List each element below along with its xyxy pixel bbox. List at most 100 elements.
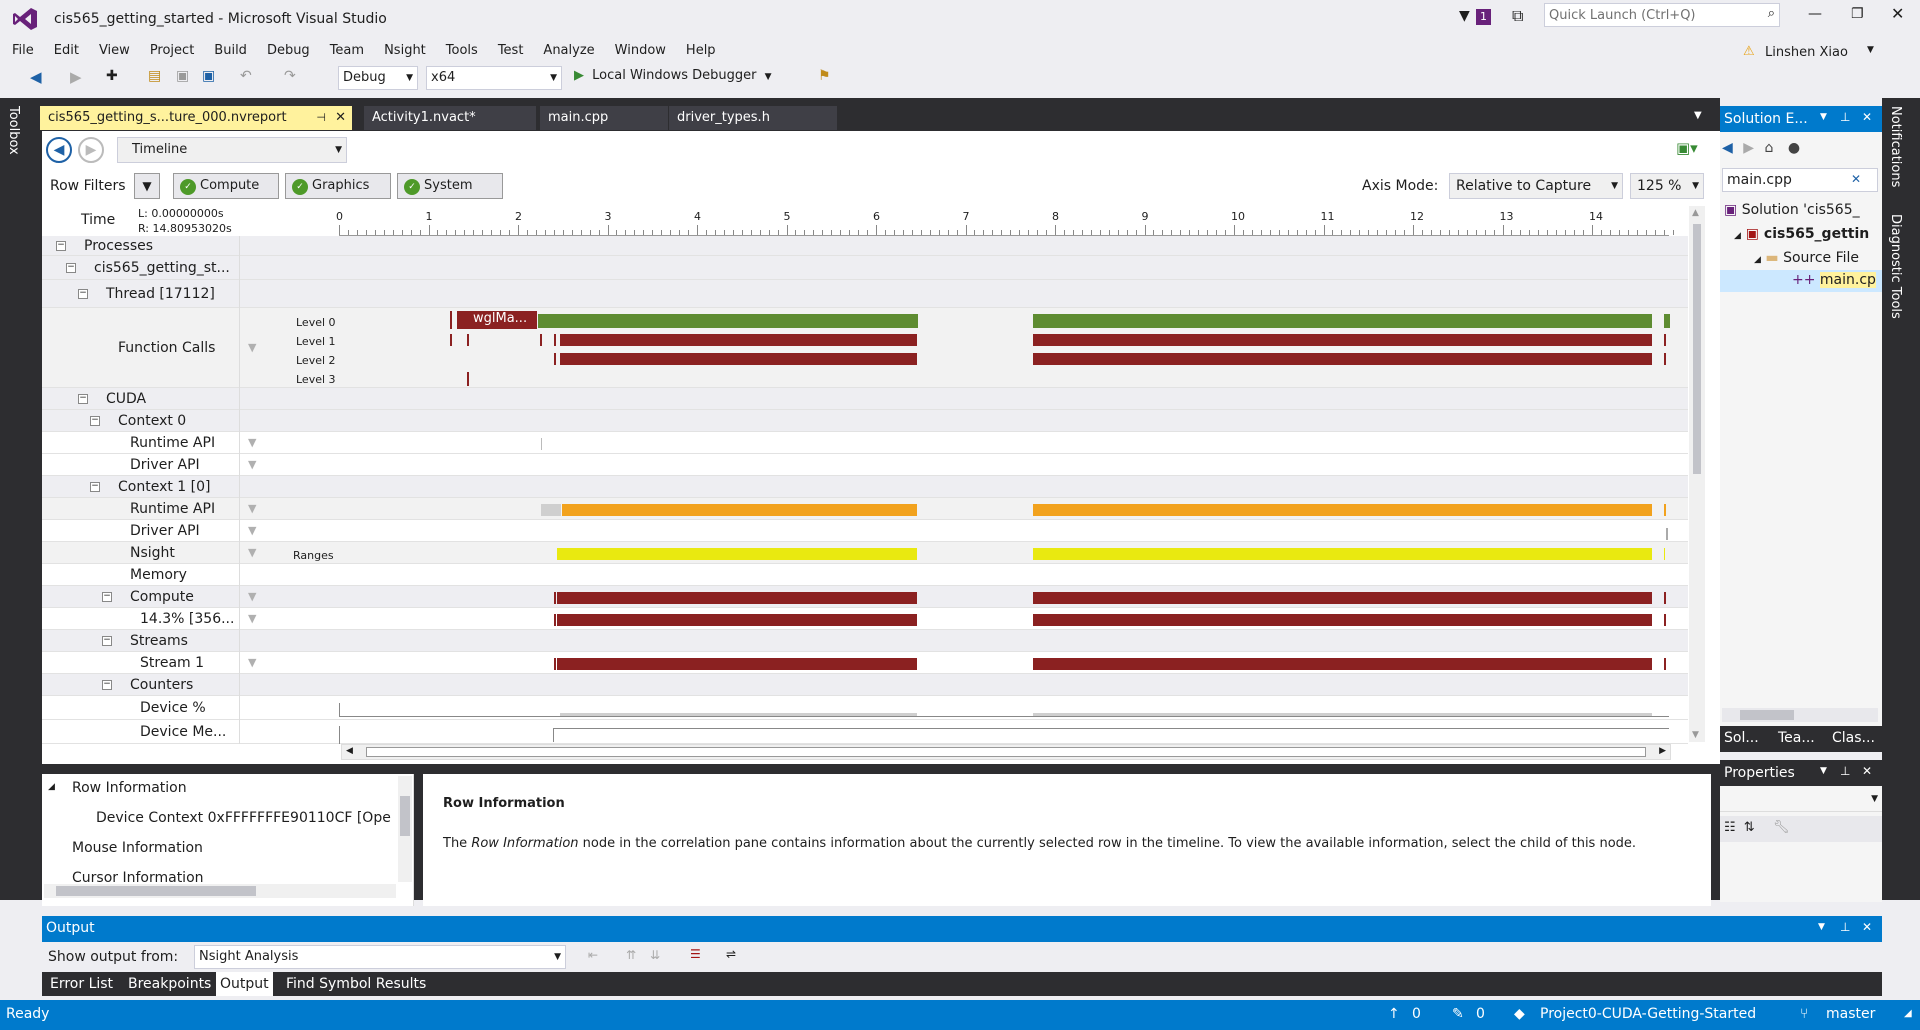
menu-help[interactable]: Help: [676, 43, 726, 58]
props-pin-icon[interactable]: ⊥: [1840, 764, 1850, 778]
quick-launch-box[interactable]: Quick Launch (Ctrl+Q) ⌕: [1544, 3, 1780, 27]
function-call-tick[interactable]: [450, 311, 452, 329]
user-name[interactable]: Linshen Xiao: [1765, 45, 1848, 60]
kernel-tick[interactable]: [1664, 614, 1666, 626]
collapse-icon[interactable]: −: [78, 289, 88, 299]
kernel-tick[interactable]: [1664, 592, 1666, 604]
export-icon[interactable]: ▣▾: [1676, 139, 1698, 157]
nav-back-icon[interactable]: ◀: [46, 137, 72, 163]
hscroll-right-icon[interactable]: ▶: [1659, 746, 1666, 756]
collapse-icon[interactable]: −: [78, 394, 88, 404]
timeline-row[interactable]: [42, 256, 1688, 280]
vscroll-thumb[interactable]: [1693, 224, 1701, 474]
output-close-icon[interactable]: ✕: [1862, 920, 1872, 934]
tree-vscroll[interactable]: [398, 776, 412, 882]
kernel-tick[interactable]: [554, 592, 556, 604]
output-menu-icon[interactable]: ▼: [1818, 922, 1825, 932]
se-item-solution[interactable]: ▣ Solution 'cis565_: [1724, 202, 1882, 218]
filter-compute-button[interactable]: ✓ Compute: [173, 173, 279, 199]
open-file-icon[interactable]: ▤: [148, 68, 161, 84]
save-all-icon[interactable]: ▣: [202, 68, 215, 84]
bottom-tab-find-symbol-results[interactable]: Find Symbol Results: [282, 972, 430, 996]
function-call-bar[interactable]: [538, 314, 918, 328]
restore-button[interactable]: ❐: [1851, 6, 1864, 22]
repo-icon[interactable]: ◆: [1514, 1006, 1525, 1022]
row-label-thread[interactable]: Thread [17112]: [106, 286, 215, 302]
diagnostic-tools-tab[interactable]: Diagnostic Tools: [1888, 214, 1903, 319]
function-call-bar[interactable]: [1664, 314, 1670, 328]
se-forward-icon[interactable]: ▶: [1743, 140, 1754, 156]
find-in-files-icon[interactable]: ⚑: [818, 68, 831, 84]
branch-name[interactable]: master: [1826, 1006, 1875, 1022]
filter-graphics-button[interactable]: ✓ Graphics: [285, 173, 391, 199]
debugger-chevron-icon[interactable]: ▼: [765, 72, 772, 82]
back-icon[interactable]: ◀: [30, 68, 42, 86]
output-pin-icon[interactable]: ⊥: [1840, 920, 1850, 934]
start-debugging-button[interactable]: ▶ Local Windows Debugger ▼: [574, 68, 772, 83]
row-label-cuda[interactable]: CUDA: [106, 391, 146, 407]
menu-tools[interactable]: Tools: [436, 43, 488, 58]
row-filter-icon[interactable]: ▼: [248, 525, 262, 537]
timeline-row[interactable]: [42, 564, 1688, 586]
row-filter-icon[interactable]: ▼: [248, 657, 262, 669]
new-project-icon[interactable]: ✚: [106, 68, 118, 84]
tab-main-cpp[interactable]: main.cpp: [540, 106, 668, 130]
view-select[interactable]: Timeline ▼: [117, 137, 347, 163]
timeline-row[interactable]: [42, 630, 1688, 652]
menu-edit[interactable]: Edit: [44, 43, 89, 58]
se-menu-icon[interactable]: ▼: [1820, 112, 1827, 122]
undo-icon[interactable]: ↶: [240, 68, 252, 84]
clear-all-icon[interactable]: ☰: [690, 947, 701, 961]
timeline-row[interactable]: [42, 236, 1688, 256]
device-mem-line[interactable]: [553, 728, 554, 742]
function-call-tick[interactable]: [467, 372, 469, 386]
function-call-tick[interactable]: [554, 353, 556, 365]
se-pin-icon[interactable]: ⊥: [1840, 110, 1850, 124]
row-label-function-calls[interactable]: Function Calls: [118, 340, 215, 356]
function-call-bar[interactable]: [560, 334, 917, 346]
row-label-counters[interactable]: Counters: [130, 677, 193, 693]
tree-hscroll[interactable]: [44, 884, 396, 898]
toolbox-tab[interactable]: Toolbox: [6, 106, 21, 155]
row-label-ctx1[interactable]: Context 1 [0]: [118, 479, 210, 495]
collapse-icon[interactable]: −: [90, 482, 100, 492]
tab-driver-types[interactable]: driver_types.h: [669, 106, 837, 130]
row-label-process[interactable]: cis565_getting_st...: [94, 260, 230, 276]
redo-icon[interactable]: ↷: [284, 68, 296, 84]
close-tab-icon[interactable]: ✕: [335, 106, 346, 130]
timeline-hscroll[interactable]: ◀ ▶: [341, 744, 1671, 760]
se-search-clear-icon[interactable]: ✕: [1851, 172, 1861, 186]
close-button[interactable]: ✕: [1891, 4, 1904, 23]
kernel-bar[interactable]: [557, 614, 917, 626]
row-label-driver-api[interactable]: Driver API: [130, 523, 200, 539]
row-label-streams[interactable]: Streams: [130, 633, 188, 649]
tree-mouse-information[interactable]: Mouse Information: [72, 840, 203, 856]
user-chevron-icon[interactable]: ▼: [1867, 45, 1874, 55]
row-label-device-pct[interactable]: Device %: [140, 700, 206, 716]
function-call-tick[interactable]: [467, 334, 469, 346]
feedback-icon[interactable]: ⧉: [1512, 6, 1523, 26]
api-gray[interactable]: [541, 504, 561, 516]
word-wrap-icon[interactable]: ⇌: [726, 947, 736, 961]
runtime-api-bar[interactable]: [562, 504, 917, 516]
runtime-api-tick[interactable]: [1664, 504, 1666, 516]
se-tab[interactable]: Clas...: [1832, 730, 1875, 746]
timeline-row[interactable]: [42, 280, 1688, 308]
alphabetical-icon[interactable]: ⇅: [1744, 820, 1755, 835]
menu-analyze[interactable]: Analyze: [533, 43, 604, 58]
props-close-icon[interactable]: ✕: [1862, 764, 1872, 778]
kernel-tick[interactable]: [1664, 658, 1666, 670]
quick-launch-input[interactable]: Quick Launch (Ctrl+Q): [1549, 8, 1696, 23]
axis-line[interactable]: [339, 703, 340, 717]
solution-config-select[interactable]: Debug ▼: [338, 66, 418, 90]
push-icon[interactable]: ↑: [1388, 1006, 1400, 1022]
timeline-row[interactable]: [42, 432, 1688, 454]
row-filter-icon[interactable]: ▼: [248, 613, 262, 625]
goto-line-icon[interactable]: ⇤: [588, 948, 598, 962]
bottom-tab-breakpoints[interactable]: Breakpoints: [124, 972, 215, 996]
se-search-box[interactable]: main.cpp ✕: [1722, 168, 1878, 192]
function-call-tick[interactable]: [450, 334, 452, 346]
function-call-bar[interactable]: [1033, 353, 1652, 365]
menu-view[interactable]: View: [89, 43, 140, 58]
kernel-bar[interactable]: [557, 658, 917, 670]
